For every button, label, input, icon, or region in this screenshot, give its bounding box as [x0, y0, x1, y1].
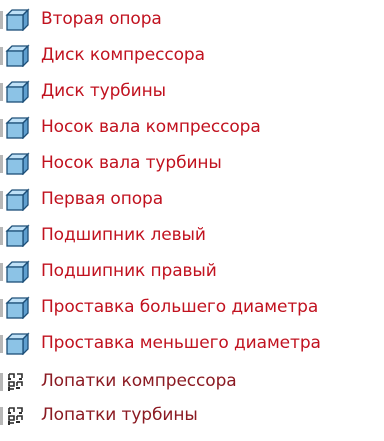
tree-item-label: Диск компрессора — [41, 45, 205, 65]
tree-item-label: Диск турбины — [41, 81, 166, 101]
tree-item-nosok-vala-turbiny[interactable]: Носок вала турбины — [0, 148, 384, 178]
tree-item-prostavka-menshego-diametra[interactable]: Проставка меньшего диаметра — [0, 328, 384, 358]
part-cube-icon — [0, 259, 30, 283]
part-cube-icon — [0, 331, 30, 355]
tree-item-lopatki-turbiny[interactable]: Лопатки турбины — [0, 400, 384, 430]
part-cube-icon — [0, 43, 30, 67]
tree-item-label: Лопатки компрессора — [41, 371, 237, 391]
part-cube-icon — [0, 115, 30, 139]
part-cube-icon — [0, 79, 30, 103]
assembly-tree: Вторая опора Диск компрессора Диск турби… — [0, 0, 384, 441]
tree-item-label: Носок вала компрессора — [41, 117, 261, 137]
tree-item-podshipnik-levyy[interactable]: Подшипник левый — [0, 220, 384, 250]
part-cube-icon — [0, 187, 30, 211]
part-cube-icon — [0, 151, 30, 175]
tree-item-pervaya-opora[interactable]: Первая опора — [0, 184, 384, 214]
pattern-array-icon — [0, 403, 30, 427]
tree-item-vtoraya-opora[interactable]: Вторая опора — [0, 4, 384, 34]
tree-item-label: Вторая опора — [41, 9, 162, 29]
tree-item-label: Подшипник левый — [41, 225, 206, 245]
tree-item-nosok-vala-kompressora[interactable]: Носок вала компрессора — [0, 112, 384, 142]
part-cube-icon — [0, 223, 30, 247]
tree-item-podshipnik-pravyy[interactable]: Подшипник правый — [0, 256, 384, 286]
tree-item-disk-kompressora[interactable]: Диск компрессора — [0, 40, 384, 70]
tree-item-label: Первая опора — [41, 189, 164, 209]
tree-item-label: Подшипник правый — [41, 261, 217, 281]
tree-item-prostavka-bolshego-diametra[interactable]: Проставка большего диаметра — [0, 292, 384, 322]
pattern-array-icon — [0, 369, 30, 393]
tree-item-label: Лопатки турбины — [41, 405, 198, 425]
part-cube-icon — [0, 7, 30, 31]
tree-item-label: Проставка большего диаметра — [41, 297, 319, 317]
tree-item-label: Проставка меньшего диаметра — [41, 333, 321, 353]
tree-item-lopatki-kompressora[interactable]: Лопатки компрессора — [0, 366, 384, 396]
part-cube-icon — [0, 295, 30, 319]
tree-item-label: Носок вала турбины — [41, 153, 222, 173]
tree-item-disk-turbiny[interactable]: Диск турбины — [0, 76, 384, 106]
